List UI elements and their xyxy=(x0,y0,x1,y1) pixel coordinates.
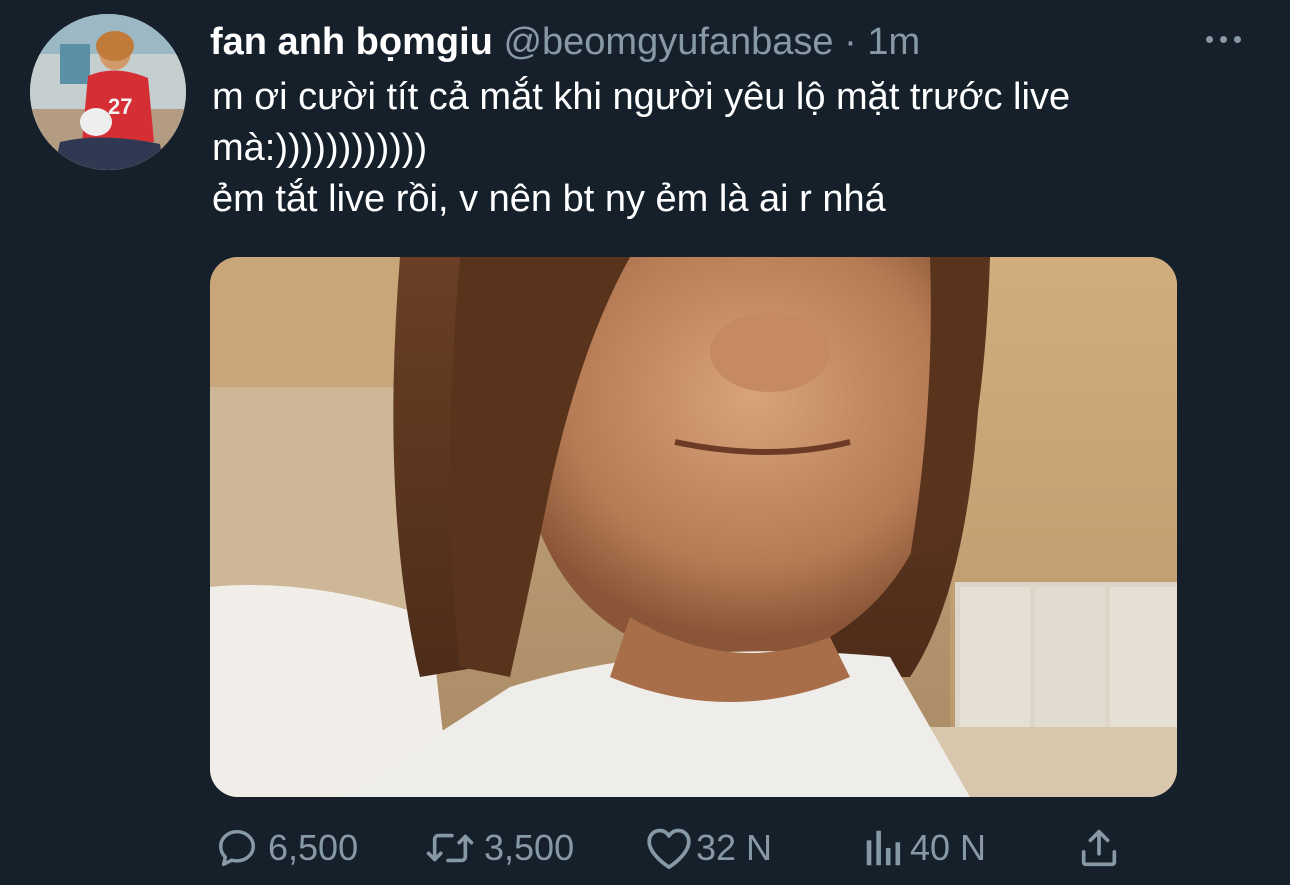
views-bar-icon xyxy=(866,830,901,866)
views-button[interactable]: 40 N xyxy=(862,818,986,878)
timestamp[interactable]: 1m xyxy=(867,21,920,63)
like-button[interactable]: 32 N xyxy=(644,818,772,878)
heart-icon xyxy=(647,828,691,870)
tweet-text: m ơi cười tít cả mắt khi người yêu lộ mặ… xyxy=(212,72,1252,225)
tweet-text-line: ẻm tắt live rồi, v nên bt ny ẻm là ai r … xyxy=(212,178,886,220)
tweet-text-line: mà:)))))))))))) xyxy=(212,127,428,169)
like-count: 32 N xyxy=(696,827,773,868)
tweet-actions: 6,500 3,500 32 N 40 N xyxy=(210,818,1130,878)
retweet-button[interactable]: 3,500 xyxy=(424,818,574,878)
tweet-header: fan anh bọmgiu @beomgyufanbase · 1m xyxy=(210,20,920,64)
retweet-count: 3,500 xyxy=(484,827,575,868)
share-button[interactable] xyxy=(1076,818,1122,878)
separator-dot: · xyxy=(844,21,857,63)
svg-text:27: 27 xyxy=(108,94,132,119)
avatar-image: 27 xyxy=(30,14,186,170)
avatar[interactable]: 27 xyxy=(30,14,186,170)
tweet-media-photo[interactable] xyxy=(210,257,1177,797)
tweet-text-line: m ơi cười tít cả mắt khi người yêu lộ mặ… xyxy=(212,76,1071,118)
user-handle[interactable]: @beomgyufanbase xyxy=(503,21,833,63)
photo-image xyxy=(210,257,1177,797)
display-name[interactable]: fan anh bọmgiu xyxy=(210,21,493,63)
views-count: 40 N xyxy=(910,827,987,868)
retweet-icon xyxy=(426,833,474,863)
reply-icon xyxy=(218,829,256,867)
more-horizontal-icon[interactable] xyxy=(1206,36,1241,43)
share-icon xyxy=(1081,829,1117,867)
reply-button[interactable]: 6,500 xyxy=(214,818,358,878)
reply-count: 6,500 xyxy=(268,827,359,868)
